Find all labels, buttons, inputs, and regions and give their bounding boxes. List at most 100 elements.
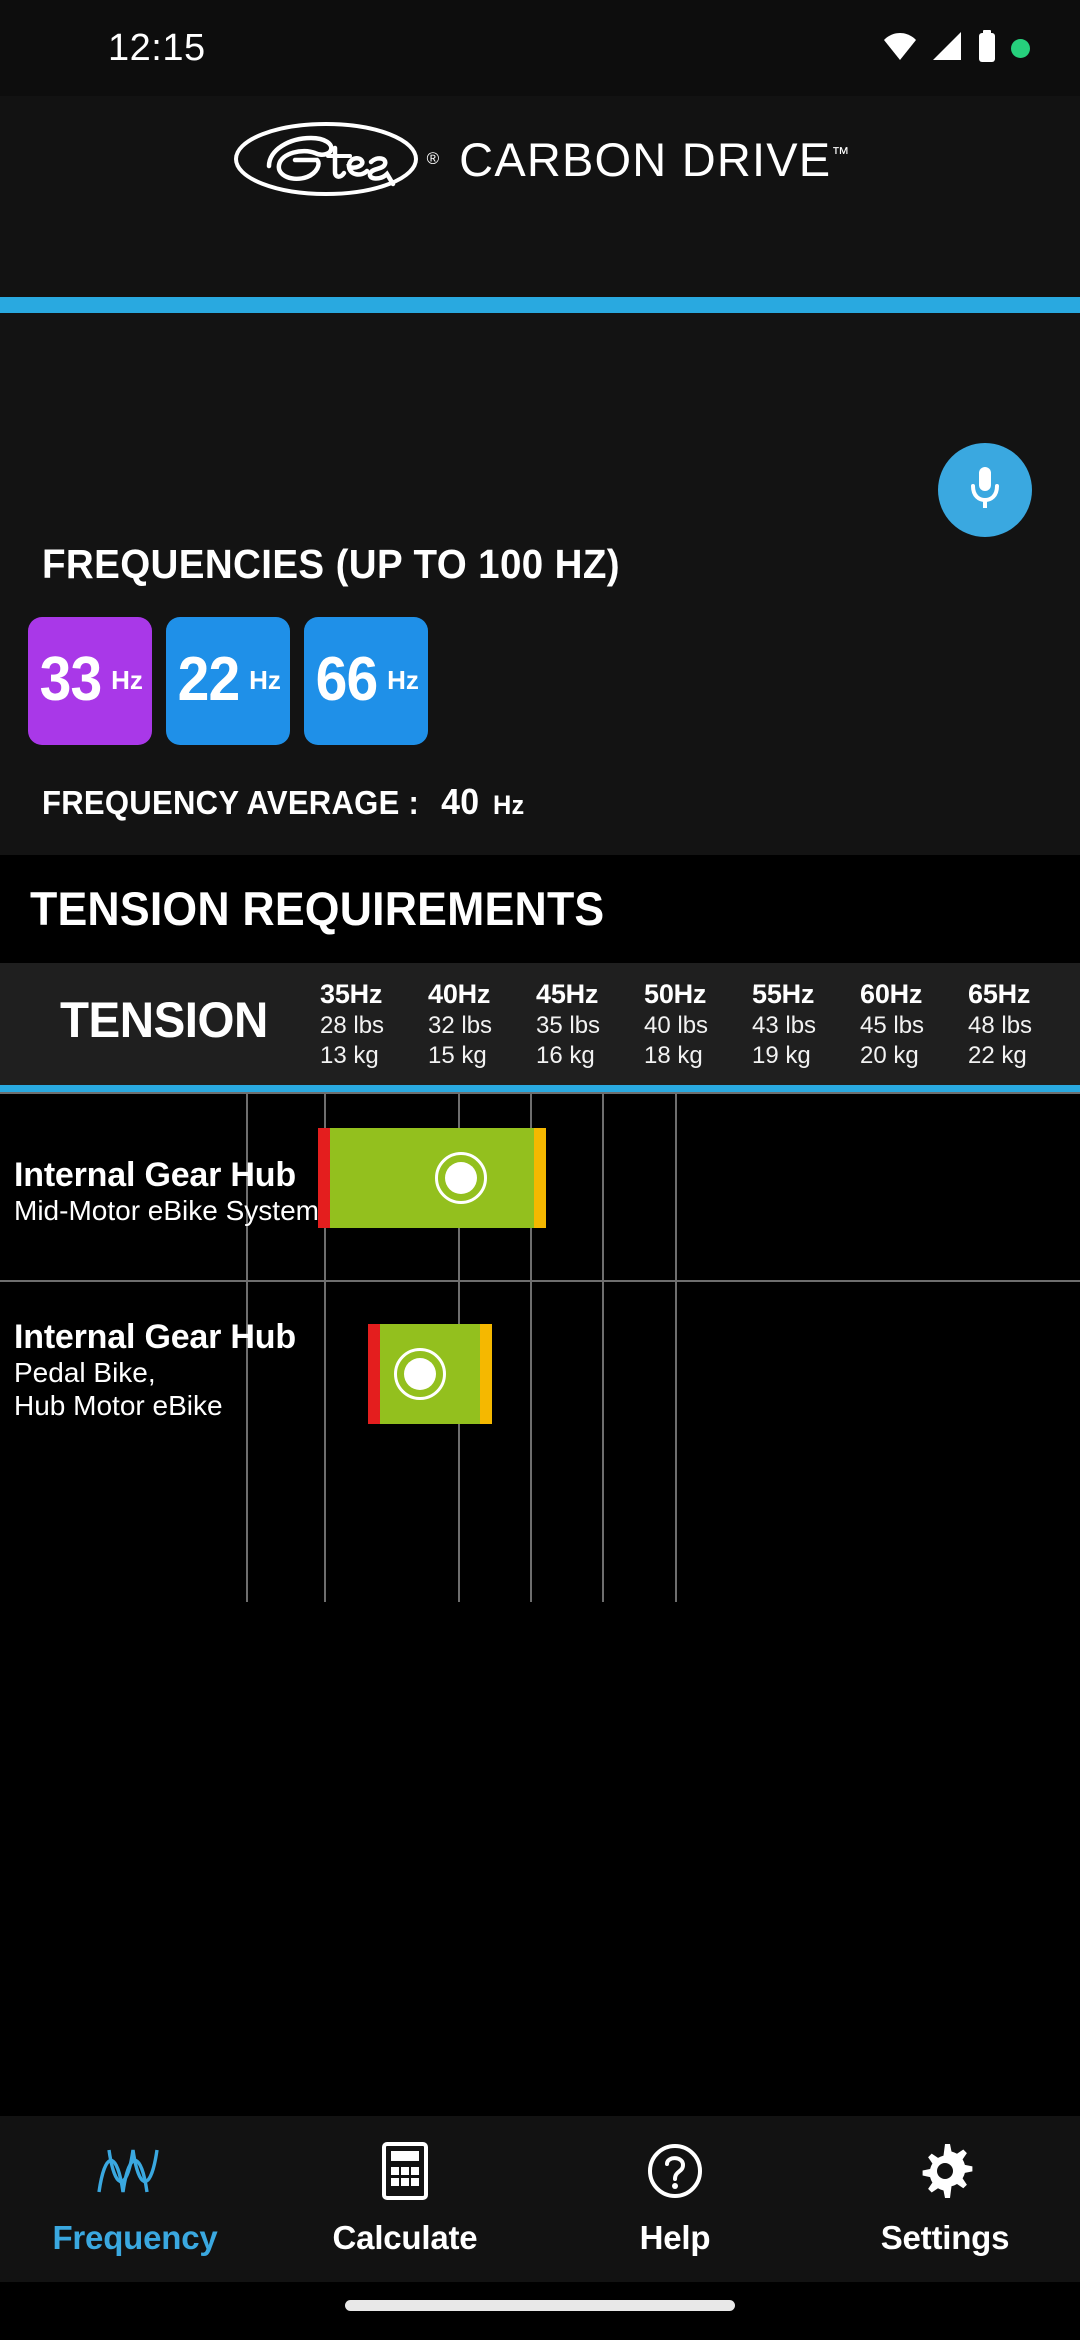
waveform-icon: [95, 2142, 175, 2205]
battery-icon: [977, 29, 997, 67]
wifi-icon: [883, 31, 917, 66]
nav-item-calculate[interactable]: Calculate: [270, 2116, 540, 2282]
gear-icon: [916, 2142, 974, 2205]
product-name: CARBON DRIVE™: [459, 132, 850, 186]
tension-hz-column: 45Hz 35 lbs 16 kg: [536, 978, 644, 1071]
nav-item-settings[interactable]: Settings: [810, 2116, 1080, 2282]
nav-label-calculate: Calculate: [332, 2218, 478, 2256]
range-high-cap: [534, 1128, 546, 1228]
frequency-cards: 33 Hz 22 Hz 66 Hz: [28, 617, 428, 745]
nav-label-help: Help: [639, 2218, 711, 2256]
nav-item-help[interactable]: Help: [540, 2116, 810, 2282]
tension-lbs: 48 lbs: [968, 1011, 1033, 1039]
tension-hz: 55Hz: [752, 979, 815, 1009]
chart-row-title: Internal Gear Hub: [14, 1318, 296, 1356]
frequency-unit: Hz: [111, 664, 143, 695]
table-accent-rule: [0, 1085, 1080, 1092]
tension-kg: 19 kg: [752, 1041, 811, 1069]
chart-range-bar: [368, 1324, 492, 1424]
gates-carbon-drive-logo: ® CARBON DRIVE™: [0, 120, 1080, 198]
tension-kg: 22 kg: [968, 1041, 1027, 1069]
chart-row[interactable]: Internal Gear Hub Pedal Bike, Hub Motor …: [0, 1282, 1080, 1528]
range-body: [330, 1128, 534, 1228]
tension-hz: 65Hz: [968, 979, 1031, 1009]
frequency-value: 33: [39, 645, 103, 714]
frequency-average-label: FREQUENCY AVERAGE :: [42, 784, 420, 821]
range-body: [380, 1324, 480, 1424]
frequency-unit: Hz: [249, 664, 281, 695]
cellular-icon: [931, 31, 963, 66]
chart-row-label: Internal Gear Hub Mid-Motor eBike System: [14, 1156, 319, 1228]
tension-table-header: TENSION 35Hz 28 lbs 13 kg 40Hz 32 lbs 15…: [0, 963, 1080, 1085]
tension-lbs: 43 lbs: [752, 1011, 817, 1039]
tension-hz: 40Hz: [428, 979, 491, 1009]
home-indicator[interactable]: [345, 2300, 735, 2311]
registered-mark: ®: [426, 149, 440, 168]
tension-hz-column: 40Hz 32 lbs 15 kg: [428, 978, 536, 1071]
tension-lbs: 45 lbs: [860, 1011, 925, 1039]
frequency-panel: FREQUENCIES (UP TO 100 HZ) 33 Hz 22 Hz 6…: [0, 313, 1080, 855]
range-low-cap: [318, 1128, 330, 1228]
tension-hz: 50Hz: [644, 979, 707, 1009]
range-high-cap: [480, 1324, 492, 1424]
frequencies-title: FREQUENCIES (UP TO 100 HZ): [42, 541, 620, 587]
tension-kg: 20 kg: [860, 1041, 919, 1069]
tension-requirements-title: TENSION REQUIREMENTS: [30, 882, 605, 935]
tension-chart: Internal Gear Hub Mid-Motor eBike System: [0, 1092, 1080, 2116]
frequency-average-unit: Hz: [492, 790, 525, 820]
tension-hz-column: 65Hz 48 lbs 22 kg: [968, 978, 1076, 1071]
frequency-card[interactable]: 33 Hz: [28, 617, 152, 745]
tension-hz-column: 50Hz 40 lbs 18 kg: [644, 978, 752, 1071]
chart-row-title: Internal Gear Hub: [14, 1156, 296, 1194]
tension-kg: 18 kg: [644, 1041, 703, 1069]
chart-row-label: Internal Gear Hub Pedal Bike, Hub Motor …: [14, 1318, 296, 1422]
tension-hz-column: 60Hz 45 lbs 20 kg: [860, 978, 968, 1071]
tension-hz-column: 35Hz 28 lbs 13 kg: [320, 978, 428, 1071]
chart-row-subtitle-line2: Hub Motor eBike: [14, 1389, 223, 1421]
tension-hz: 35Hz: [320, 979, 383, 1009]
current-value-marker: [394, 1348, 446, 1400]
tension-requirements-header: TENSION REQUIREMENTS: [0, 855, 1080, 963]
frequency-card[interactable]: 22 Hz: [166, 617, 290, 745]
microphone-icon: [967, 464, 1003, 517]
nav-item-frequency[interactable]: Frequency: [0, 2116, 270, 2282]
tension-column-label: TENSION: [60, 992, 268, 1048]
trademark-mark: ™: [831, 142, 850, 163]
calculator-icon: [381, 2141, 429, 2205]
range-low-cap: [368, 1324, 380, 1424]
tension-kg: 15 kg: [428, 1041, 487, 1069]
gates-oval-logo-icon: [231, 120, 427, 198]
tension-lbs: 40 lbs: [644, 1011, 709, 1039]
frequency-card[interactable]: 66 Hz: [304, 617, 428, 745]
tension-lbs: 28 lbs: [320, 1011, 385, 1039]
tension-hz-column: 55Hz 43 lbs 19 kg: [752, 978, 860, 1071]
chart-range-bar: [318, 1128, 546, 1228]
brand-header: ® CARBON DRIVE™: [0, 96, 1080, 300]
tension-lbs: 35 lbs: [536, 1011, 601, 1039]
frequency-average-value: 40: [441, 781, 480, 822]
frequency-unit: Hz: [387, 664, 419, 695]
chart-row-subtitle-line1: Pedal Bike,: [14, 1357, 156, 1389]
frequency-value: 66: [315, 645, 379, 714]
tension-hz: 60Hz: [860, 979, 923, 1009]
current-value-marker: [434, 1152, 487, 1204]
frequency-average: FREQUENCY AVERAGE : 40 Hz: [42, 781, 525, 823]
header-accent-rule: [0, 297, 1080, 313]
gesture-nav-area: [0, 2282, 1080, 2340]
nav-label-settings: Settings: [880, 2218, 1010, 2256]
tension-lbs: 32 lbs: [428, 1011, 493, 1039]
app-screen: 12:15 ® CARBON DRIVE™ FREQUENCIES (UP TO…: [0, 0, 1080, 2340]
chart-row-subtitle: Mid-Motor eBike System: [14, 1195, 319, 1227]
nav-label-frequency: Frequency: [52, 2218, 218, 2256]
microphone-button[interactable]: [938, 443, 1032, 537]
tension-hz-columns: 35Hz 28 lbs 13 kg 40Hz 32 lbs 15 kg 45Hz…: [320, 978, 1080, 1071]
question-circle-icon: [646, 2142, 704, 2205]
frequency-value: 22: [177, 645, 241, 714]
bottom-navigation: Frequency Calculate Help Settings: [0, 2116, 1080, 2282]
tension-kg: 16 kg: [536, 1041, 595, 1069]
status-bar: 12:15: [0, 0, 1080, 96]
recording-dot-icon: [1011, 38, 1030, 58]
tension-kg: 13 kg: [320, 1041, 379, 1069]
tension-hz: 45Hz: [536, 979, 599, 1009]
status-time: 12:15: [108, 26, 206, 69]
